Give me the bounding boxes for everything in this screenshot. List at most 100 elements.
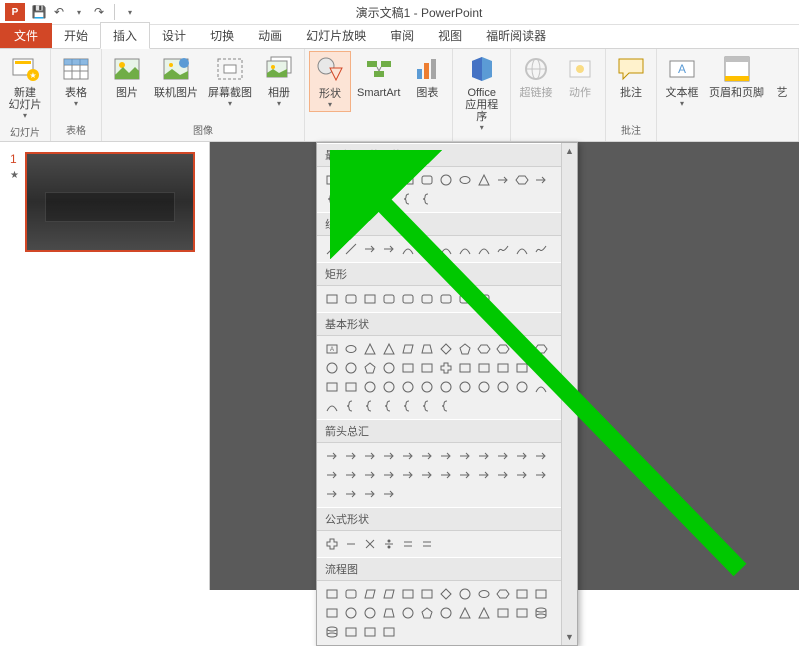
shape-item-rect[interactable] <box>475 359 493 377</box>
shape-item-rect[interactable] <box>532 359 550 377</box>
shape-item-textbox[interactable]: A <box>323 340 341 358</box>
save-button[interactable]: 💾 <box>30 3 48 21</box>
shape-item-rect[interactable] <box>532 585 550 603</box>
shape-item-circle[interactable] <box>323 359 341 377</box>
shape-item-rect[interactable] <box>513 604 531 622</box>
shape-item-circle[interactable] <box>380 378 398 396</box>
shape-item-curve[interactable] <box>513 240 531 258</box>
shape-item-rect[interactable] <box>342 623 360 641</box>
shape-item-triangle[interactable] <box>475 604 493 622</box>
shape-item-roundrect[interactable] <box>418 290 436 308</box>
shape-item-rect[interactable] <box>513 359 531 377</box>
shape-item-circle[interactable] <box>456 585 474 603</box>
shape-item-arrow[interactable] <box>323 485 341 503</box>
shape-item-roundrect[interactable] <box>342 585 360 603</box>
shape-item-circle[interactable] <box>399 378 417 396</box>
comment-button[interactable]: 批注 <box>610 51 652 101</box>
shape-item-brace[interactable] <box>342 397 360 415</box>
shapes-scrollbar[interactable]: ▲ ▼ <box>561 143 577 645</box>
shape-item-circle[interactable] <box>456 378 474 396</box>
scroll-up-arrow-icon[interactable]: ▲ <box>562 143 577 159</box>
tab-animations[interactable]: 动画 <box>246 23 294 48</box>
screenshot-button[interactable]: 屏幕截图 ▾ <box>204 51 256 110</box>
shape-item-brace[interactable] <box>399 190 417 208</box>
shape-item-roundrect[interactable] <box>342 290 360 308</box>
shape-item-rect[interactable] <box>418 359 436 377</box>
shape-item-arrow[interactable] <box>380 171 398 189</box>
new-slide-button[interactable]: ★ 新建 幻灯片 ▾ <box>4 51 46 122</box>
shape-item-brace[interactable] <box>361 397 379 415</box>
shape-item-diamond[interactable] <box>437 585 455 603</box>
shape-item-arrow[interactable] <box>437 447 455 465</box>
shape-item-rect[interactable] <box>361 623 379 641</box>
shape-item-pent[interactable] <box>361 359 379 377</box>
tab-view[interactable]: 视图 <box>426 23 474 48</box>
shape-item-plus[interactable] <box>323 535 341 553</box>
shape-item-circle[interactable] <box>361 604 379 622</box>
shape-item-brace[interactable] <box>418 190 436 208</box>
shape-item-circle[interactable] <box>437 171 455 189</box>
header-footer-button[interactable]: 页眉和页脚 <box>705 51 768 101</box>
shape-item-rect[interactable] <box>380 623 398 641</box>
shape-item-free[interactable] <box>494 240 512 258</box>
shape-item-multiply[interactable] <box>361 535 379 553</box>
shape-item-free[interactable] <box>532 240 550 258</box>
wordart-button[interactable]: 艺 <box>770 51 794 101</box>
shape-item-circle[interactable] <box>437 378 455 396</box>
shape-item-arrow[interactable] <box>456 466 474 484</box>
tab-home[interactable]: 开始 <box>52 23 100 48</box>
shape-item-minus[interactable] <box>342 535 360 553</box>
undo-button[interactable]: ↶ <box>50 3 68 21</box>
shape-item-rect[interactable] <box>399 171 417 189</box>
shape-item-circle[interactable] <box>342 604 360 622</box>
shape-item-hex[interactable] <box>513 340 531 358</box>
scroll-down-arrow-icon[interactable]: ▼ <box>562 629 577 645</box>
shape-item-arrow[interactable] <box>342 466 360 484</box>
shape-item-equals[interactable] <box>418 535 436 553</box>
shape-item-hex[interactable] <box>494 340 512 358</box>
shape-item-parallelogram[interactable] <box>399 340 417 358</box>
shape-item-line[interactable] <box>323 240 341 258</box>
shape-item-line[interactable] <box>361 171 379 189</box>
shape-item-curve[interactable] <box>437 240 455 258</box>
shape-item-pent[interactable] <box>456 340 474 358</box>
shape-item-rect[interactable] <box>342 378 360 396</box>
shape-item-arrow[interactable] <box>380 447 398 465</box>
shape-item-arrow[interactable] <box>399 466 417 484</box>
shape-item-arrow[interactable] <box>380 485 398 503</box>
shape-item-curve[interactable] <box>456 240 474 258</box>
tab-transitions[interactable]: 切换 <box>198 23 246 48</box>
shape-item-arrow[interactable] <box>532 171 550 189</box>
shape-item-arrow[interactable] <box>475 447 493 465</box>
shape-item-arrow[interactable] <box>494 171 512 189</box>
shape-item-brace[interactable] <box>323 190 341 208</box>
picture-button[interactable]: 图片 <box>106 51 148 101</box>
tab-design[interactable]: 设计 <box>150 23 198 48</box>
shape-item-brace[interactable] <box>399 397 417 415</box>
shape-item-arrow[interactable] <box>361 240 379 258</box>
thumbnail-item-1[interactable]: 1 ★ <box>10 152 199 252</box>
shape-item-free[interactable] <box>361 190 379 208</box>
shape-item-curve[interactable] <box>418 240 436 258</box>
shape-item-rect[interactable] <box>361 290 379 308</box>
shape-item-roundrect[interactable] <box>399 290 417 308</box>
shape-item-diamond[interactable] <box>437 340 455 358</box>
hyperlink-button[interactable]: 超链接 <box>515 51 557 101</box>
shape-item-arrow[interactable] <box>437 466 455 484</box>
shape-item-curve[interactable] <box>323 397 341 415</box>
shape-item-circle[interactable] <box>361 378 379 396</box>
shape-item-circle[interactable] <box>475 378 493 396</box>
shape-item-ellipse[interactable] <box>456 171 474 189</box>
shape-item-rect[interactable] <box>323 604 341 622</box>
tab-review[interactable]: 审阅 <box>378 23 426 48</box>
shape-item-arrow[interactable] <box>342 447 360 465</box>
shape-item-arrow[interactable] <box>342 485 360 503</box>
shape-item-hex[interactable] <box>532 340 550 358</box>
shape-item-curve[interactable] <box>380 190 398 208</box>
shape-item-rect[interactable] <box>323 585 341 603</box>
tab-file[interactable]: 文件 <box>0 23 52 48</box>
shape-item-roundrect[interactable] <box>456 290 474 308</box>
shape-item-arrow[interactable] <box>513 466 531 484</box>
shape-item-rect[interactable] <box>399 585 417 603</box>
shape-item-circle[interactable] <box>399 604 417 622</box>
